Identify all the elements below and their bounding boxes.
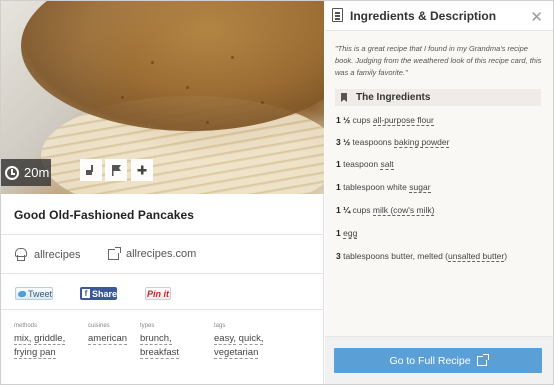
cook-time-value: 20m: [24, 165, 50, 180]
tag-link[interactable]: brunch,: [140, 333, 172, 345]
pin-it-button[interactable]: Pin it: [145, 287, 171, 300]
ingredients-heading: The Ingredients: [335, 89, 541, 106]
recipe-description: "This is a great recipe that I found in …: [335, 44, 542, 77]
ingredients-panel: Ingredients & Description ✕ "This is a g…: [325, 1, 553, 384]
chef-hat-icon: [14, 248, 27, 261]
go-to-full-recipe-button[interactable]: Go to Full Recipe: [334, 348, 542, 373]
recipe-card: 20m Good Old-Fashioned Pancakes allrecip…: [1, 1, 324, 384]
ingredient-item: 1 tablespoon white sugar: [336, 182, 431, 193]
cuisines-tags: cuisines american: [88, 323, 128, 346]
tags-tags: tags easy, quick, vegetarian: [214, 323, 264, 360]
types-tags: types brunch, breakfast: [140, 323, 180, 360]
types-label: types: [140, 323, 155, 329]
pancake-texture-dot: [231, 56, 234, 59]
close-icon[interactable]: ✕: [530, 8, 543, 26]
ingredient-item: 1 ¼ cups milk (cow's milk): [336, 205, 435, 216]
chef-tools-icon: [86, 165, 93, 175]
flag-button[interactable]: [105, 159, 127, 181]
ingredient-link[interactable]: unsalted butter: [448, 251, 505, 262]
pancake-texture-dot: [186, 86, 189, 89]
panel-footer: Go to Full Recipe: [325, 336, 553, 384]
panel-title: Ingredients & Description: [350, 9, 497, 23]
tag-link[interactable]: vegetarian: [214, 347, 259, 359]
ingredient-item: 1 teaspoon salt: [336, 159, 394, 170]
ingredient-text: teaspoons: [350, 137, 395, 147]
pin-it-label: Pin it: [147, 288, 169, 299]
go-to-full-recipe-label: Go to Full Recipe: [389, 354, 471, 367]
cuisines-label: cuisines: [88, 323, 110, 329]
facebook-share-button[interactable]: f Share: [80, 287, 117, 300]
tag-link[interactable]: easy,: [214, 333, 237, 345]
ingredient-quantity: 1 ½: [336, 115, 351, 125]
ingredient-text: cups: [350, 205, 373, 215]
ingredient-link[interactable]: egg: [343, 228, 358, 239]
methods-tags: methods mix, griddle, frying pan: [14, 323, 66, 360]
recipe-card-window: 20m Good Old-Fashioned Pancakes allrecip…: [0, 0, 554, 385]
pancake-texture-dot: [206, 121, 209, 124]
methods-label: methods: [14, 323, 38, 329]
ingredient-link[interactable]: salt: [380, 159, 394, 170]
tag-link[interactable]: breakfast: [140, 347, 180, 359]
source-site-link[interactable]: allrecipes.com: [108, 246, 197, 260]
divider: [1, 273, 324, 274]
ingredient-link[interactable]: all-purpose flour: [372, 115, 434, 126]
tags-label: tags: [214, 323, 226, 329]
ingredient-item: 3 ½ teaspoons baking powder: [336, 137, 450, 148]
ingredients-heading-label: The Ingredients: [356, 92, 431, 103]
plus-icon: [137, 165, 147, 175]
facebook-icon: f: [82, 289, 90, 298]
ingredient-link[interactable]: milk (cow's milk): [372, 205, 435, 216]
ingredient-item: 3 tablespoons butter, melted (unsalted b…: [336, 251, 508, 262]
ingredient-link[interactable]: sugar: [409, 182, 431, 193]
tag-link[interactable]: mix,: [14, 333, 32, 345]
source-name: allrecipes: [34, 248, 81, 261]
ingredient-quantity: 1 ¼: [336, 205, 351, 215]
ingredient-text: tablespoon white: [340, 182, 410, 192]
pancake-top-shading: [21, 1, 324, 131]
pancake-texture-dot: [261, 101, 264, 104]
tweet-button[interactable]: Tweet: [15, 287, 53, 300]
recipe-title: Good Old-Fashioned Pancakes: [14, 208, 195, 222]
recipe-photo: 20m: [1, 1, 324, 194]
divider: [1, 234, 324, 235]
save-to-cookbook-button[interactable]: [80, 159, 102, 181]
source-site: allrecipes.com: [126, 248, 197, 260]
tag-link[interactable]: frying pan: [14, 347, 56, 359]
tag-link[interactable]: american: [88, 333, 128, 345]
ingredient-quantity: 3 ½: [336, 137, 351, 147]
ingredient-item: 1 egg: [336, 228, 358, 239]
external-link-icon: [108, 246, 121, 260]
pancake-texture-dot: [151, 61, 154, 64]
cook-time-badge: 20m: [1, 159, 51, 186]
panel-header: Ingredients & Description ✕: [325, 1, 553, 31]
add-button[interactable]: [131, 159, 153, 181]
tweet-label: Tweet: [27, 288, 52, 299]
source-author-link[interactable]: allrecipes: [14, 248, 80, 261]
tags-values: easy, quick, vegetarian: [214, 332, 264, 360]
facebook-share-label: Share: [91, 288, 117, 299]
divider: [1, 309, 324, 310]
ingredient-item: 1 ½ cups all-purpose flour: [336, 115, 434, 126]
ingredient-text: tablespoons butter, melted (: [340, 251, 448, 261]
external-link-icon: [476, 353, 489, 366]
twitter-bird-icon: [18, 290, 26, 297]
cuisines-values: american: [88, 332, 128, 346]
pancake-texture-dot: [121, 96, 124, 99]
flag-icon: [112, 165, 121, 176]
types-values: brunch, breakfast: [140, 332, 180, 360]
tag-link[interactable]: quick,: [238, 333, 264, 345]
bookmark-icon: [341, 93, 347, 102]
clock-icon: [5, 165, 19, 180]
document-icon: [332, 8, 343, 22]
ingredient-text: ): [504, 251, 508, 261]
ingredient-text: cups: [350, 115, 373, 125]
tag-link[interactable]: griddle,: [34, 333, 66, 345]
ingredient-link[interactable]: baking powder: [394, 137, 450, 148]
methods-values: mix, griddle, frying pan: [14, 332, 66, 360]
ingredient-text: teaspoon: [340, 159, 381, 169]
